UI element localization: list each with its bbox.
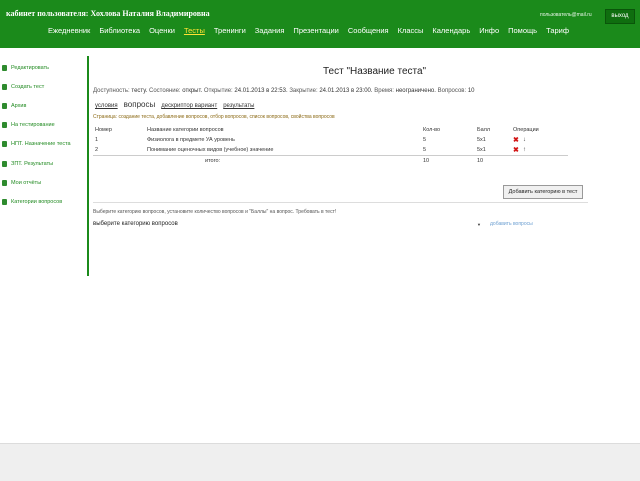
nav-tasks[interactable]: Задания [255,26,285,35]
sidebar-item-label: Мои отчёты [11,179,42,186]
state-value: открыт [182,88,201,94]
document-icon [2,64,7,71]
page-hint: Страница: создание теста, добавление воп… [93,114,335,120]
top-bar: кабинет пользователя: Хохлова Наталия Вл… [0,0,640,48]
nav-trainings[interactable]: Тренинги [214,26,246,35]
nav-calendar[interactable]: Календарь [432,26,470,35]
sidebar-item-assign-test[interactable]: НПТ. Назначение теста [0,135,86,154]
row-score: 5x1 [477,147,486,153]
document-icon [2,179,7,186]
test-info-line: Доступность: тесту. Состояние: открыт. О… [93,88,475,94]
open-label: Открытие: [203,88,233,94]
arrow-up-icon[interactable]: ↑ [523,147,526,153]
sidebar-item-edit[interactable]: Редактировать [0,58,86,77]
open-value: 24.01.2013 в 22:53 [234,88,286,94]
state-label: Состояние: [148,88,181,94]
cabinet-title: кабинет пользователя: Хохлова Наталия Вл… [6,9,210,18]
document-icon [2,141,7,148]
total-score: 10 [475,155,511,166]
document-icon [2,102,7,109]
category-select[interactable]: выберите категорию вопросов ▼ [93,219,483,229]
col-num: Номер [95,126,112,133]
close-label: Закрытие: [289,88,318,94]
time-value: неограничено [395,88,435,94]
page-title: Тест "Название теста" [323,66,427,77]
close-value: 24.01.2013 в 23:00 [319,88,371,94]
divider [93,202,588,203]
row-category-link[interactable]: Понимание оценочных видов (учебное) знач… [145,145,421,156]
nav-classes[interactable]: Классы [398,26,424,35]
row-score: 5x1 [477,137,486,143]
chevron-down-icon: ▼ [477,221,481,227]
nav-tests[interactable]: Тесты [184,26,205,35]
total-label: итого: [145,155,421,166]
time-label: Время: [374,88,394,94]
table-header-row: Номер Название категории вопросов Кол-во… [93,124,568,135]
nav-library[interactable]: Библиотека [99,26,140,35]
access-label: Доступность: [93,88,130,94]
delete-icon[interactable]: ✖ [513,136,519,144]
total-count: 10 [421,155,475,166]
sidebar-item-label: Категории вопросов [11,198,63,205]
questions-value: 10 [467,88,475,94]
nav-tariff[interactable]: Тариф [546,26,569,35]
document-icon [2,198,7,205]
row-num: 1 [95,137,99,143]
sidebar-divider [87,56,89,276]
row-category-link[interactable]: Физиолога в предмете УА уровень [145,135,421,145]
select-note: Выберите категорию вопросов, установите … [93,209,337,215]
sidebar: Редактировать Создать тест Архив На тест… [0,58,86,212]
tab-questions[interactable]: вопросы [124,100,156,109]
col-score: Балл [477,126,491,133]
col-category: Название категории вопросов [147,126,224,133]
tab-variant[interactable]: дескриптор вариант [161,103,217,109]
nav-messages[interactable]: Сообщения [348,26,389,35]
table-total-row: итого: 10 10 [93,155,568,166]
tab-conditions[interactable]: условия [95,103,118,109]
table-row: 1 Физиолога в предмете УА уровень 5 5x1 … [93,135,568,145]
sidebar-item-label: На тестирование [11,122,55,129]
nav-info[interactable]: Инфо [479,26,499,35]
col-ops: Операции [513,126,539,133]
nav-help[interactable]: Помощь [508,26,537,35]
row-count: 5 [423,137,427,143]
questions-table: Номер Название категории вопросов Кол-во… [93,124,568,166]
sidebar-item-categories[interactable]: Категории вопросов [0,192,86,211]
delete-icon[interactable]: ✖ [513,146,519,154]
user-email: пользователь@mail.ru [540,12,592,18]
access-value: тесту [131,88,146,94]
document-icon [2,160,7,167]
main-nav: Ежедневник Библиотека Оценки Тесты Трени… [48,26,569,35]
sidebar-item-label: НПТ. Назначение теста [11,141,71,148]
test-subtabs: условия вопросы дескриптор вариант резул… [95,100,254,109]
nav-presentations[interactable]: Презентации [293,26,338,35]
arrow-down-icon[interactable]: ↓ [523,137,526,143]
nav-diary[interactable]: Ежедневник [48,26,90,35]
row-ops: ✖ ↓ [513,136,566,144]
sidebar-item-label: ЗПТ. Результаты [11,160,54,167]
row-ops: ✖ ↑ [513,146,566,154]
sidebar-item-create-test[interactable]: Создать тест [0,77,86,96]
sidebar-item-testing[interactable]: На тестирование [0,116,86,135]
nav-grades[interactable]: Оценки [149,26,175,35]
col-count: Кол-во [423,126,441,133]
sidebar-item-reports[interactable]: Мои отчёты [0,173,86,192]
add-questions-link[interactable]: добавить вопросы [490,221,533,227]
table-row: 2 Понимание оценочных видов (учебное) зн… [93,145,568,156]
sidebar-item-archive[interactable]: Архив [0,96,86,115]
document-icon [2,122,7,129]
logout-button[interactable]: выход [605,9,635,24]
row-num: 2 [95,147,99,153]
sidebar-item-results[interactable]: ЗПТ. Результаты [0,154,86,173]
document-icon [2,83,7,90]
category-select-value: выберите категорию вопросов [93,221,178,227]
sidebar-item-label: Создать тест [11,83,45,90]
sidebar-item-label: Редактировать [11,64,49,71]
status-bar [0,443,640,481]
add-category-button[interactable]: Добавить категорию в тест [503,185,583,199]
tab-results[interactable]: результаты [223,103,254,109]
questions-label: Вопросов: [437,88,467,94]
sidebar-item-label: Архив [11,102,27,109]
row-count: 5 [423,147,427,153]
